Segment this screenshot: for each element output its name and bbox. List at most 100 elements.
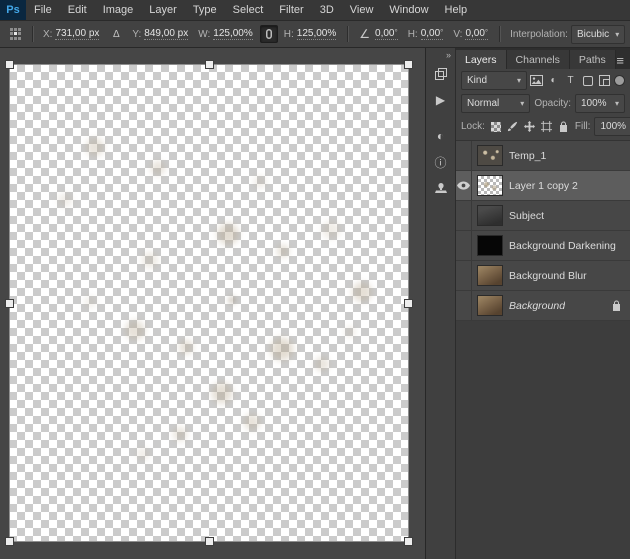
- height-label: H:: [283, 28, 294, 40]
- history-panel-icon[interactable]: [429, 62, 453, 86]
- actions-panel-icon[interactable]: ▶: [429, 88, 453, 112]
- transform-handle-nw[interactable]: [5, 60, 14, 69]
- filter-type-layers-icon[interactable]: T: [563, 73, 578, 88]
- menu-item-view[interactable]: View: [342, 0, 382, 20]
- layer-thumbnail[interactable]: [477, 265, 503, 286]
- opacity-dropdown[interactable]: 100% ▾: [575, 94, 625, 113]
- layer-row-background-darkening[interactable]: Background Darkening: [456, 231, 630, 261]
- fill-dropdown[interactable]: 100%▾: [594, 117, 630, 136]
- layer-thumbnail[interactable]: [477, 295, 503, 316]
- layer-visibility-toggle[interactable]: [456, 201, 472, 230]
- layer-name[interactable]: Subject: [509, 210, 544, 222]
- filter-adjustment-layers-icon[interactable]: ◐: [546, 73, 561, 88]
- divider: [347, 26, 349, 42]
- layer-row-subject[interactable]: Subject: [456, 201, 630, 231]
- menu-item-file[interactable]: File: [26, 0, 60, 20]
- transform-handle-n[interactable]: [205, 60, 214, 69]
- menu-item-window[interactable]: Window: [381, 0, 436, 20]
- lock-transparency-icon[interactable]: [489, 120, 503, 134]
- tab-paths[interactable]: Paths: [569, 50, 616, 69]
- menu-item-edit[interactable]: Edit: [60, 0, 95, 20]
- chevron-down-icon: ▾: [615, 29, 620, 39]
- transform-handle-s[interactable]: [205, 537, 214, 546]
- blend-mode-dropdown[interactable]: Normal ▾: [461, 94, 531, 113]
- menu-item-help[interactable]: Help: [437, 0, 476, 20]
- panel-menu-icon[interactable]: ≡: [616, 54, 630, 69]
- document-canvas[interactable]: [9, 64, 409, 542]
- lock-artboard-icon[interactable]: [540, 120, 554, 134]
- layer-visibility-toggle[interactable]: [456, 231, 472, 260]
- filter-shape-layers-icon[interactable]: [580, 73, 595, 88]
- x-position-field[interactable]: 731,00 px: [55, 28, 100, 40]
- relative-positioning-button[interactable]: Δ: [106, 26, 126, 42]
- menu-item-filter[interactable]: Filter: [271, 0, 311, 20]
- transform-handle-e[interactable]: [404, 299, 413, 308]
- skew-h-label: H:: [407, 28, 418, 40]
- transform-handle-ne[interactable]: [404, 60, 413, 69]
- filter-kind-dropdown[interactable]: Kind ▾: [461, 71, 527, 90]
- lock-row: Lock: Fill: 100%: [456, 115, 630, 138]
- adjustments-panel-icon[interactable]: ◐: [429, 124, 453, 148]
- layer-row-layer-1-copy-2[interactable]: Layer 1 copy 2: [456, 171, 630, 201]
- menu-item-3d[interactable]: 3D: [312, 0, 342, 20]
- skew-v-field[interactable]: 0,00°: [465, 28, 489, 40]
- layer-thumbnail[interactable]: [477, 235, 503, 256]
- blend-mode-row: Normal ▾ Opacity: 100% ▾: [456, 92, 630, 115]
- layer-name[interactable]: Temp_1: [509, 150, 546, 162]
- lock-pixels-icon[interactable]: [506, 120, 520, 134]
- info-panel-icon[interactable]: ⓘ: [429, 150, 453, 174]
- layer-visibility-toggle[interactable]: [456, 261, 472, 290]
- clone-source-panel-icon[interactable]: [429, 176, 453, 200]
- transform-handle-w[interactable]: [5, 299, 14, 308]
- layer-thumbnail[interactable]: [477, 205, 503, 226]
- dust-spot: [209, 379, 236, 406]
- divider: [32, 26, 33, 42]
- tab-channels[interactable]: Channels: [506, 50, 570, 69]
- menu-item-type[interactable]: Type: [185, 0, 225, 20]
- transform-handle-se[interactable]: [404, 537, 413, 546]
- layer-thumbnail[interactable]: [477, 175, 503, 196]
- layer-visibility-toggle[interactable]: [456, 141, 472, 170]
- maintain-aspect-ratio-link-icon[interactable]: [259, 25, 278, 43]
- transform-handle-sw[interactable]: [5, 537, 14, 546]
- chevron-down-icon: ▾: [520, 99, 525, 108]
- layer-visibility-eye-icon[interactable]: [456, 171, 472, 200]
- y-position-field[interactable]: 849,00 px: [144, 28, 189, 40]
- panel-icon-strip: » ▶ ◐ ⓘ: [426, 48, 456, 559]
- interpolation-dropdown[interactable]: Bicubic ▾: [570, 24, 626, 44]
- dust-spot: [140, 249, 161, 270]
- filter-smart-objects-icon[interactable]: [597, 73, 612, 88]
- tab-layers[interactable]: Layers: [456, 50, 507, 69]
- layer-row-temp-1[interactable]: Temp_1: [456, 141, 630, 171]
- reference-point-locator-icon[interactable]: [10, 27, 21, 41]
- lock-all-icon[interactable]: [557, 120, 571, 134]
- layer-row-background-blur[interactable]: Background Blur: [456, 261, 630, 291]
- layer-lock-icon: [612, 300, 621, 311]
- height-scale-field[interactable]: 125,00%: [296, 28, 337, 40]
- layer-name[interactable]: Background: [509, 300, 565, 312]
- divider: [499, 26, 501, 42]
- lock-position-icon[interactable]: [523, 120, 537, 134]
- chevron-down-icon: ▾: [516, 76, 521, 85]
- dust-spot: [252, 174, 269, 191]
- layers-list: Temp_1 Layer 1 copy 2 Subject Background Da…: [456, 140, 630, 559]
- menu-item-select[interactable]: Select: [225, 0, 272, 20]
- layer-filtering-toggle[interactable]: [614, 75, 625, 86]
- layer-thumbnail[interactable]: [477, 145, 503, 166]
- layer-name[interactable]: Layer 1 copy 2: [509, 180, 578, 192]
- menu-item-layer[interactable]: Layer: [141, 0, 185, 20]
- filter-pixel-layers-icon[interactable]: [529, 73, 544, 88]
- skew-h-field[interactable]: 0,00°: [420, 28, 444, 40]
- canvas-area[interactable]: [0, 48, 425, 559]
- width-scale-field[interactable]: 125,00%: [213, 28, 253, 40]
- layer-name[interactable]: Background Darkening: [509, 240, 616, 252]
- layer-name[interactable]: Background Blur: [509, 270, 587, 282]
- menu-item-image[interactable]: Image: [95, 0, 142, 20]
- dust-spot: [343, 325, 358, 340]
- layer-visibility-toggle[interactable]: [456, 291, 472, 320]
- expand-dock-chevron-icon[interactable]: »: [446, 48, 455, 61]
- rotation-field[interactable]: 0,00°: [375, 28, 398, 40]
- layer-row-background[interactable]: Background: [456, 291, 630, 321]
- x-label: X:: [43, 28, 53, 40]
- dust-spot: [84, 136, 106, 159]
